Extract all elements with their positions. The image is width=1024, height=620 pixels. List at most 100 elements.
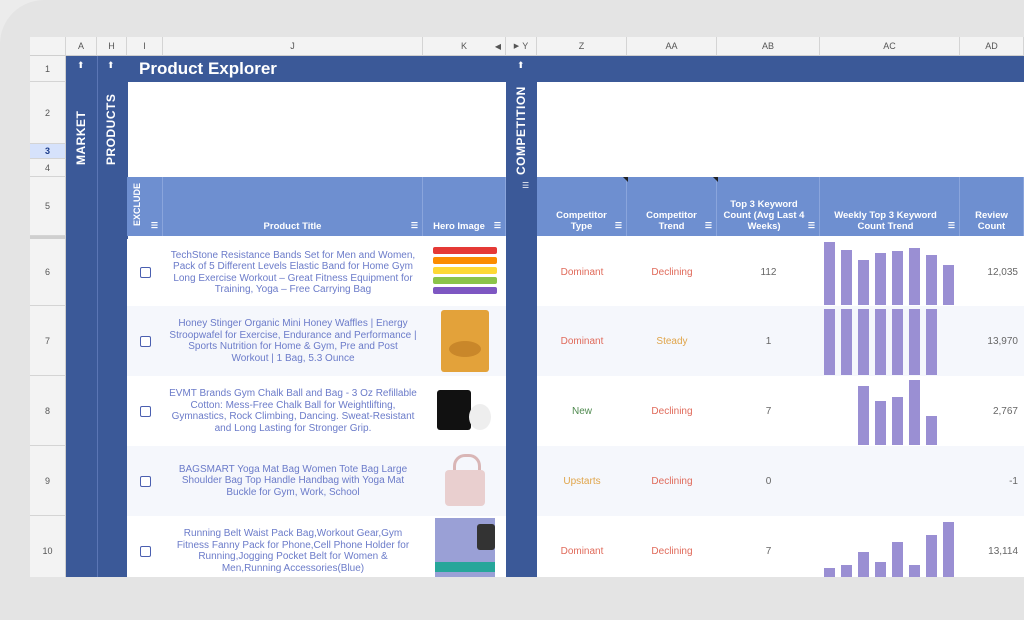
keyword-count: 0 [765,475,772,487]
trend-bar [824,242,835,305]
exclude-cell [127,306,163,376]
column-header[interactable]: AD [960,37,1024,56]
exclude-checkbox[interactable] [139,405,151,417]
chalk-bag-image[interactable] [431,378,499,444]
arrow-up-icon[interactable]: ⬆ [107,60,115,71]
review-count: 12,035 [987,267,1018,278]
row-header[interactable]: 6 [30,236,66,306]
product-title[interactable]: EVMT Brands Gym Chalk Ball and Bag - 3 O… [163,376,423,446]
exclude-header-label: EXCLUDE [132,182,142,226]
trend-bar [841,309,852,375]
row-header[interactable]: 4 [30,159,66,177]
product-title-header-label: Product Title [263,221,322,232]
row-header[interactable]: 9 [30,446,66,516]
honey-waffles-image[interactable] [431,308,499,374]
row-header[interactable]: 2 [30,82,66,144]
review-count-header[interactable]: Review Count [960,177,1024,236]
product-title-header[interactable]: Product Title ☰ [163,177,423,236]
trend-bar [943,522,954,577]
chalk-bag-shape [436,390,471,430]
trend-bar [858,260,869,305]
tote-bag-image[interactable] [431,448,499,514]
review-count: -1 [1009,475,1018,487]
product-title[interactable]: BAGSMART Yoga Mat Bag Women Tote Bag Lar… [163,446,423,516]
row-header[interactable]: 8 [30,376,66,446]
table-row[interactable]: BAGSMART Yoga Mat Bag Women Tote Bag Lar… [127,446,1024,516]
waffle-shape [448,341,481,357]
arrow-up-icon[interactable]: ⬆ [517,60,525,71]
expand-right-icon[interactable]: ▶ [514,42,519,50]
filter-icon[interactable]: ☰ [494,220,501,231]
column-header[interactable]: AA [627,37,717,56]
keyword-count: 112 [760,267,777,278]
review-count: 13,970 [987,335,1018,347]
filter-icon[interactable]: ☰ [808,220,815,231]
filter-icon[interactable]: ☰ [411,220,418,231]
trend-bar [909,380,920,445]
table-row[interactable]: Running Belt Waist Pack Bag,Workout Gear… [127,516,1024,577]
resistance-bands-image[interactable] [431,241,499,304]
competitor-type: New [571,405,592,417]
competitor-type-header-label: Competitor Type [556,210,607,232]
row-header[interactable]: 1 [30,56,66,82]
exclude-checkbox[interactable] [139,475,151,487]
weekly-trend-header[interactable]: Weekly Top 3 Keyword Count Trend ☰ [820,177,960,236]
competitor-trend-header[interactable]: Competitor Trend ☰ [627,177,717,236]
product-title[interactable]: Running Belt Waist Pack Bag,Workout Gear… [163,516,423,577]
hero-image-header[interactable]: Hero Image ☰ [423,177,506,236]
filter-icon[interactable]: ☰ [151,220,158,231]
keyword-count-header[interactable]: Top 3 Keyword Count (Avg Last 4 Weeks) ☰ [717,177,820,236]
band-strip [432,267,497,274]
page-title: Product Explorer [127,56,506,82]
product-title[interactable]: Honey Stinger Organic Mini Honey Waffles… [163,306,423,376]
hero-image-cell [423,446,506,516]
trend-bar [892,309,903,375]
column-header[interactable]: K ◀ [423,37,506,56]
trend-bar [909,309,920,375]
arrow-up-icon[interactable]: ⬆ [77,60,85,71]
column-label: Y [522,41,529,51]
filter-icon[interactable]: ☰ [948,220,955,231]
trend-sparkline [820,446,960,516]
comment-marker-icon [623,177,628,182]
trend-bar [875,562,886,577]
running-belt-image[interactable] [431,518,499,577]
table-row[interactable]: EVMT Brands Gym Chalk Ball and Bag - 3 O… [127,376,1024,446]
band-strip [432,277,497,284]
trend-bar [875,309,886,375]
column-header[interactable]: AB [717,37,820,56]
collapse-left-icon[interactable]: ◀ [495,42,501,51]
filter-icon[interactable]: ☰ [522,181,529,190]
table-row[interactable]: TechStone Resistance Bands Set for Men a… [127,239,1024,306]
competitor-type-header[interactable]: Competitor Type ☰ [537,177,627,236]
column-header[interactable]: A [66,37,97,56]
column-label: K [460,41,467,51]
trend-bar [824,568,835,577]
trend-sparkline [820,306,960,376]
filter-icon[interactable]: ☰ [615,220,622,231]
weekly-trend-header-label: Weekly Top 3 Keyword Count Trend [834,210,937,232]
column-header[interactable]: AC [820,37,960,56]
trend-bar [892,542,903,577]
table-row[interactable]: Honey Stinger Organic Mini Honey Waffles… [127,306,1024,376]
spreadsheet[interactable]: A H I J K ◀ ▶ Y Z AA AB AC AD 1 2 3 4 5 6 … [30,37,1024,577]
column-header[interactable]: I [127,37,163,56]
exclude-checkbox[interactable] [139,335,151,347]
row-header[interactable]: 7 [30,306,66,376]
column-header[interactable]: H [97,37,127,56]
hero-image-header-label: Hero Image [433,221,485,232]
row-header[interactable]: 5 [30,177,66,236]
select-all-corner[interactable] [30,37,66,56]
row-header-active[interactable]: 3 [30,144,66,159]
column-header[interactable]: ▶ Y [506,37,537,56]
filter-icon[interactable]: ☰ [705,220,712,231]
exclude-checkbox[interactable] [139,545,151,557]
exclude-header[interactable]: EXCLUDE ☰ [127,177,163,236]
row-header[interactable]: 10 [30,516,66,577]
column-header[interactable]: J [163,37,423,56]
column-header[interactable]: Z [537,37,627,56]
competitor-type: Upstarts [563,475,601,487]
exclude-cell [127,446,163,516]
product-title[interactable]: TechStone Resistance Bands Set for Men a… [163,239,423,306]
exclude-checkbox[interactable] [139,267,151,278]
